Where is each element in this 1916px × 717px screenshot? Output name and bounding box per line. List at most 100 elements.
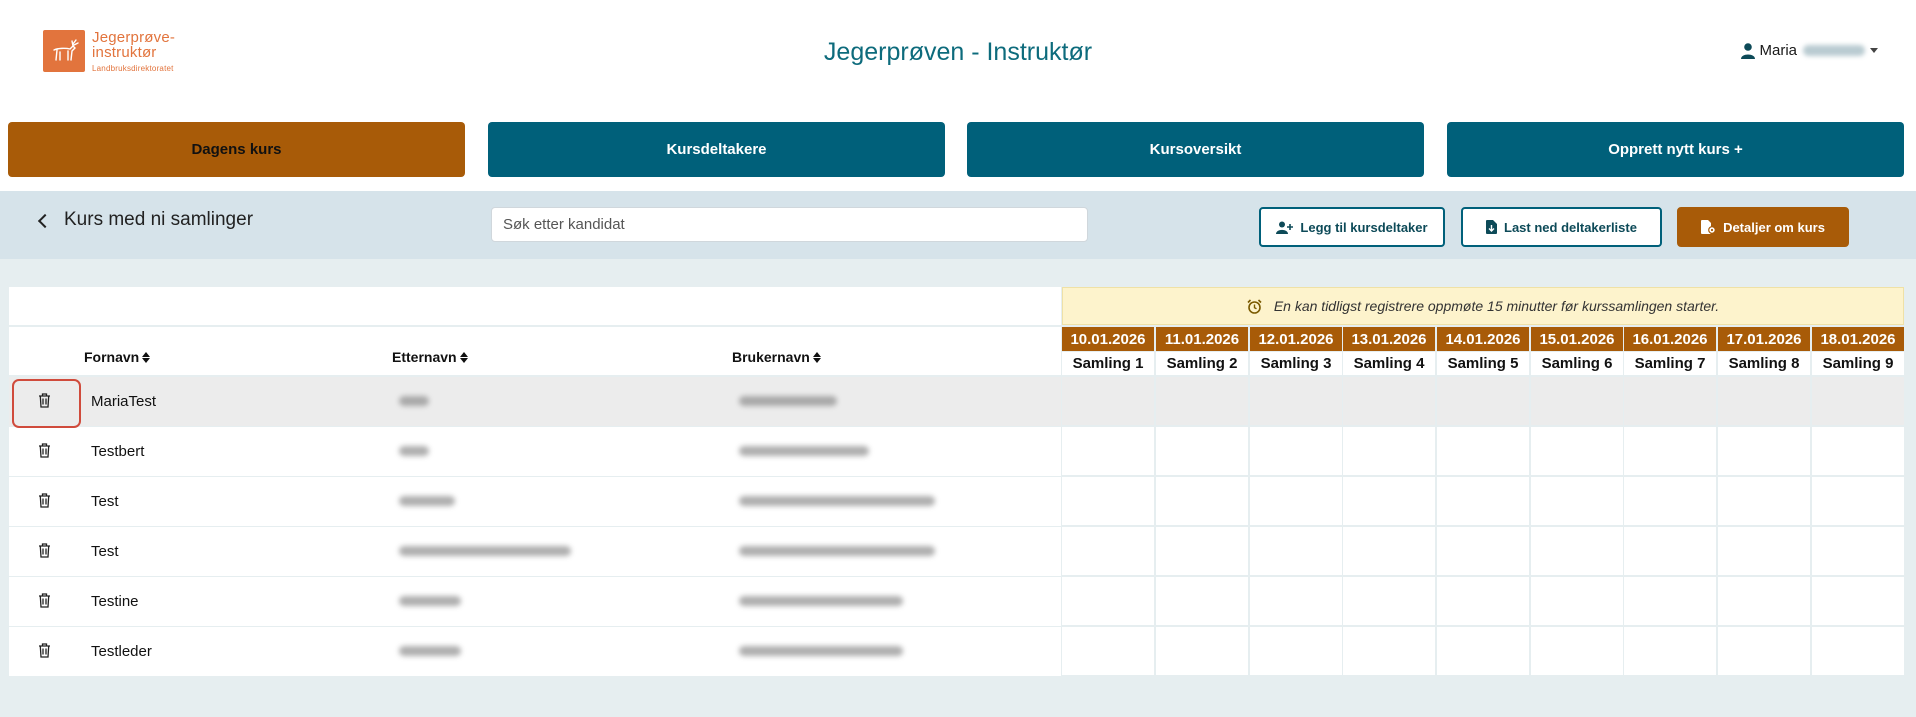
attendance-cell[interactable] [1812, 477, 1904, 525]
attendance-cell[interactable] [1343, 577, 1435, 625]
attendance-cell[interactable] [1812, 427, 1904, 475]
attendance-cell[interactable] [1718, 377, 1810, 425]
attendance-cell[interactable] [1437, 527, 1529, 575]
user-menu[interactable]: Maria [1741, 42, 1878, 59]
attendance-cell[interactable] [1343, 377, 1435, 425]
attendance-cell[interactable] [1624, 527, 1716, 575]
add-participant-button[interactable]: Legg til kursdeltaker [1259, 207, 1445, 247]
attendance-cell[interactable] [1531, 377, 1623, 425]
attendance-cell[interactable] [1343, 427, 1435, 475]
attendance-cell[interactable] [1062, 577, 1154, 625]
attendance-cell[interactable] [1718, 477, 1810, 525]
table-row[interactable]: Testine [9, 577, 1061, 626]
attendance-cell[interactable] [1250, 427, 1342, 475]
attendance-cell[interactable] [1812, 527, 1904, 575]
app-header: Jegerprøve- instruktør Landbruksdirektor… [0, 0, 1916, 106]
attendance-cell[interactable] [1718, 627, 1810, 675]
attendance-cell[interactable] [1718, 427, 1810, 475]
attendance-cell[interactable] [1156, 477, 1248, 525]
attendance-cell[interactable] [1437, 427, 1529, 475]
session-label: Samling 5 [1437, 352, 1529, 375]
attendance-cell[interactable] [1624, 627, 1716, 675]
column-etternavn[interactable]: Etternavn [392, 349, 468, 365]
first-name: MariaTest [91, 393, 157, 410]
attendance-cell[interactable] [1624, 577, 1716, 625]
search-input[interactable] [491, 207, 1088, 242]
attendance-cell[interactable] [1624, 477, 1716, 525]
attendance-cell[interactable] [1156, 577, 1248, 625]
session-date: 11.01.2026 [1156, 327, 1248, 351]
attendance-cell[interactable] [1718, 577, 1810, 625]
session-date: 16.01.2026 [1624, 327, 1716, 351]
trash-icon[interactable] [38, 443, 51, 458]
attendance-cell[interactable] [1624, 377, 1716, 425]
attendance-cell[interactable] [1624, 427, 1716, 475]
attendance-cell[interactable] [1531, 577, 1623, 625]
first-name: Testbert [91, 443, 145, 460]
attendance-cell[interactable] [1156, 377, 1248, 425]
attendance-cell[interactable] [1343, 477, 1435, 525]
last-name-blurred [399, 396, 429, 406]
last-name-blurred [399, 446, 429, 456]
session-date: 12.01.2026 [1250, 327, 1342, 351]
attendance-cell[interactable] [1062, 527, 1154, 575]
attendance-cell[interactable] [1062, 427, 1154, 475]
attendance-cell[interactable] [1156, 527, 1248, 575]
chevron-down-icon [1870, 48, 1878, 53]
attendance-cell[interactable] [1156, 627, 1248, 675]
table-row[interactable]: Test [9, 477, 1061, 526]
session-label: Samling 4 [1343, 352, 1435, 375]
attendance-cell[interactable] [1531, 627, 1623, 675]
attendance-cell[interactable] [1437, 477, 1529, 525]
attendance-cell[interactable] [1437, 577, 1529, 625]
column-brukernavn[interactable]: Brukernavn [732, 349, 821, 365]
nav-opprett-nytt-kurs[interactable]: Opprett nytt kurs + [1447, 122, 1904, 177]
sort-icon [142, 351, 151, 363]
attendance-cell[interactable] [1062, 377, 1154, 425]
attendance-cell[interactable] [1250, 377, 1342, 425]
table-row[interactable]: MariaTest [9, 377, 1061, 426]
table-row[interactable]: Testbert [9, 427, 1061, 476]
session-date: 15.01.2026 [1531, 327, 1623, 351]
back-link[interactable]: Kurs med ni samlinger [37, 209, 253, 231]
attendance-cell[interactable] [1250, 627, 1342, 675]
attendance-cell[interactable] [1062, 477, 1154, 525]
table-header: Fornavn Etternavn Brukernavn [9, 327, 1061, 375]
attendance-cell[interactable] [1343, 527, 1435, 575]
attendance-cell[interactable] [1531, 477, 1623, 525]
attendance-cell[interactable] [1156, 427, 1248, 475]
trash-icon[interactable] [38, 543, 51, 558]
trash-icon[interactable] [38, 643, 51, 658]
notice-text: En kan tidligst registrere oppmøte 15 mi… [1273, 298, 1720, 314]
attendance-cell[interactable] [1250, 577, 1342, 625]
column-fornavn[interactable]: Fornavn [84, 349, 151, 365]
add-participant-label: Legg til kursdeltaker [1300, 219, 1428, 235]
attendance-cell[interactable] [1812, 377, 1904, 425]
attendance-cell[interactable] [1250, 477, 1342, 525]
trash-icon[interactable] [38, 593, 51, 608]
download-list-button[interactable]: Last ned deltakerliste [1461, 207, 1662, 247]
attendance-cell[interactable] [1531, 527, 1623, 575]
attendance-cell[interactable] [1062, 627, 1154, 675]
nav-kursdeltakere[interactable]: Kursdeltakere [488, 122, 945, 177]
column-fornavn-label: Fornavn [84, 349, 140, 365]
column-etternavn-label: Etternavn [392, 349, 457, 365]
user-icon [1741, 42, 1756, 59]
last-name-blurred [399, 496, 455, 506]
table-row[interactable]: Testleder [9, 627, 1061, 676]
attendance-cell[interactable] [1250, 527, 1342, 575]
nav-dagens-kurs[interactable]: Dagens kurs [8, 122, 465, 177]
attendance-cell[interactable] [1812, 627, 1904, 675]
file-settings-icon [1701, 220, 1716, 234]
attendance-cell[interactable] [1531, 427, 1623, 475]
attendance-cell[interactable] [1718, 527, 1810, 575]
nav-kursoversikt[interactable]: Kursoversikt [967, 122, 1424, 177]
attendance-cell[interactable] [1343, 627, 1435, 675]
attendance-cell[interactable] [1437, 377, 1529, 425]
attendance-cell[interactable] [1812, 577, 1904, 625]
trash-icon[interactable] [38, 493, 51, 508]
session-label: Samling 6 [1531, 352, 1623, 375]
table-row[interactable]: Test [9, 527, 1061, 576]
course-details-button[interactable]: Detaljer om kurs [1677, 207, 1849, 247]
attendance-cell[interactable] [1437, 627, 1529, 675]
